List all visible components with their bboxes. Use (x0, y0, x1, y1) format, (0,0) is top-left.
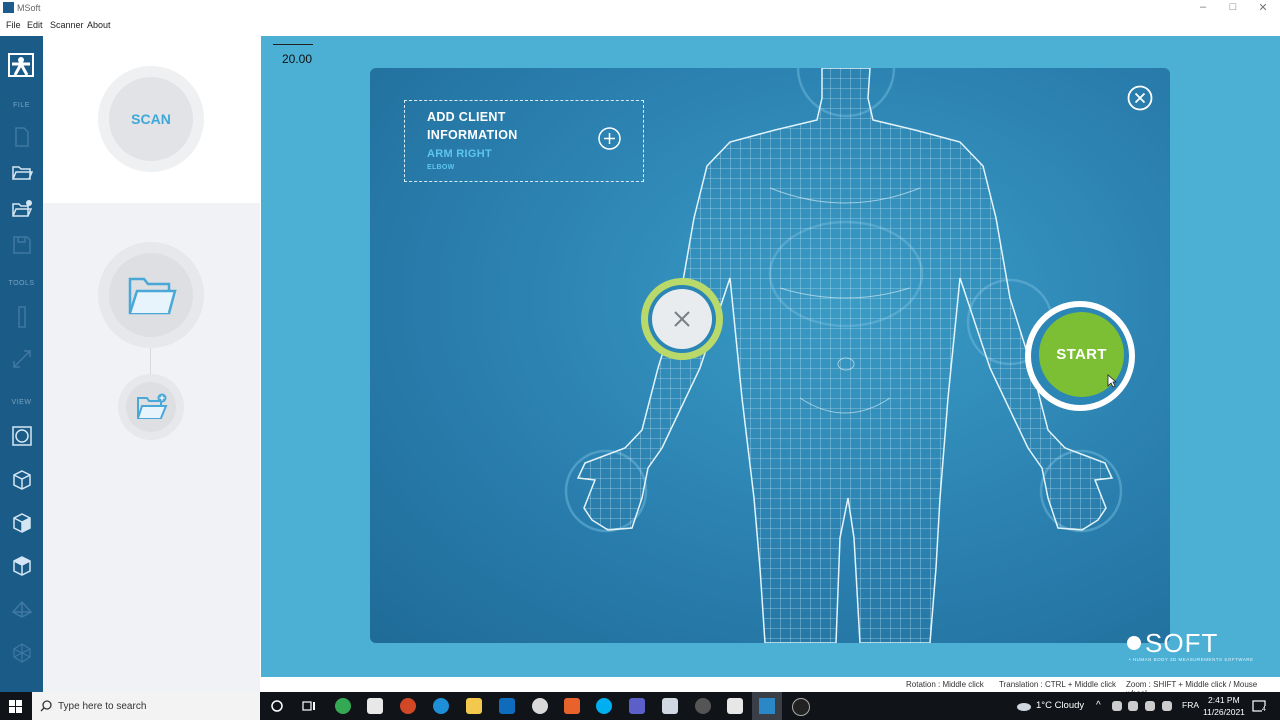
taskbar-search[interactable]: Type here to search (32, 692, 260, 720)
tray-icon-1[interactable] (1112, 701, 1122, 711)
cube-view-front-icon[interactable] (11, 469, 33, 491)
open-folder-icon[interactable] (11, 161, 33, 183)
language-indicator[interactable]: FRA (1182, 700, 1199, 710)
start-button-frame: START (1025, 301, 1135, 411)
brand-logo-mark-icon (1127, 636, 1141, 650)
task-view-icon[interactable] (302, 699, 316, 713)
file-explorer-icon[interactable] (466, 698, 482, 714)
menu-edit[interactable]: Edit (27, 20, 43, 30)
add-client-title: ADD CLIENT INFORMATION (427, 110, 518, 142)
notification-count: 4 (1262, 706, 1266, 713)
connector-line (150, 348, 151, 374)
start-button-ring: START (1031, 307, 1129, 405)
clock-time[interactable]: 2:41 PM (1208, 695, 1240, 705)
search-placeholder: Type here to search (58, 701, 147, 712)
menu-file[interactable]: File (6, 20, 21, 30)
chrome-icon[interactable] (335, 698, 351, 714)
windows-start-icon[interactable] (9, 700, 22, 713)
measure-point-name: ARM RIGHT (427, 148, 493, 160)
skype-icon[interactable] (596, 698, 612, 714)
left-toolbar: FILE TOOLS VIEW (0, 36, 43, 692)
rotation-hint: Rotation : Middle click (906, 680, 984, 689)
3d-viewport[interactable]: 20.00 ADD CLIENT INFORMATION ARM RIGHT E… (261, 36, 1280, 677)
app-icon (3, 2, 14, 13)
cube-view-top-icon[interactable] (11, 555, 33, 577)
app-icon-13[interactable] (727, 698, 743, 714)
app-icon-15[interactable] (792, 698, 810, 716)
translation-hint: Translation : CTRL + Middle click (999, 680, 1116, 689)
edge-icon[interactable] (433, 698, 449, 714)
scan-area: SCAN (43, 36, 260, 203)
network-icon[interactable] (1145, 701, 1155, 711)
wireframe-view-icon[interactable] (11, 598, 33, 620)
window-title: MSoft (17, 3, 41, 13)
weather-text[interactable]: 1°C Cloudy (1036, 700, 1084, 711)
menu-scanner[interactable]: Scanner (50, 20, 84, 30)
tray-chevron-icon[interactable]: ^ (1096, 700, 1101, 711)
menu-bar: File Edit Scanner About (0, 16, 1280, 34)
brand-name: SOFT (1145, 628, 1219, 658)
title-bar: MSoft – □ ✕ (0, 0, 1280, 16)
clock-date[interactable]: 11/26/2021 (1203, 707, 1245, 717)
status-bar: Rotation : Middle click Translation : CT… (261, 677, 1280, 698)
store-icon[interactable] (367, 698, 383, 714)
mesh-view-icon[interactable] (11, 642, 33, 664)
teams-icon[interactable] (629, 698, 645, 714)
side-panel: SCAN (43, 36, 260, 692)
add-plus-icon[interactable] (598, 127, 621, 150)
open-project-button[interactable] (109, 253, 193, 337)
measure-point-detail: ELBOW (427, 164, 455, 171)
app-icon-11[interactable] (662, 698, 678, 714)
close-window-button[interactable]: ✕ (1248, 1, 1278, 14)
open-folder-large-icon (128, 277, 177, 315)
weather-cloud-icon (1017, 703, 1031, 711)
frame-view-icon[interactable] (11, 425, 33, 447)
cube-view-side-icon[interactable] (11, 512, 33, 534)
minimize-button[interactable]: – (1188, 1, 1218, 13)
msoft-taskbar-button[interactable] (752, 692, 782, 720)
maximize-button[interactable]: □ (1218, 1, 1248, 13)
add-folder-icon (137, 393, 168, 419)
scale-value: 20.00 (282, 52, 313, 66)
elbow-point-cancel-icon[interactable] (639, 276, 725, 362)
brand-logo: SOFT (1127, 628, 1218, 659)
menu-about[interactable]: About (87, 20, 111, 30)
ruler-tool-icon[interactable] (11, 306, 33, 328)
body-model-panel: ADD CLIENT INFORMATION ARM RIGHT ELBOW S… (370, 68, 1170, 643)
close-icon[interactable] (1127, 85, 1153, 111)
import-project-button[interactable] (126, 382, 176, 432)
cortana-icon[interactable] (270, 699, 284, 713)
scan-button[interactable]: SCAN (109, 77, 193, 161)
measure-tool-icon[interactable] (11, 348, 33, 370)
app-icon-7[interactable] (532, 698, 548, 714)
tools-section-label: TOOLS (8, 280, 35, 287)
taskbar: Type here to search 1°C Cloudy ^ FRA 2:4… (0, 692, 1280, 720)
view-section-label: VIEW (11, 399, 32, 406)
tray-icon-2[interactable] (1128, 701, 1138, 711)
volume-icon[interactable] (1162, 701, 1172, 711)
powerpoint-icon[interactable] (400, 698, 416, 714)
brand-tagline: • HUMAN BODY 3D MEASUREMENTS SOFTWARE (1129, 657, 1254, 662)
search-icon (40, 700, 52, 712)
new-file-icon[interactable] (11, 126, 33, 148)
app-icon-8[interactable] (564, 698, 580, 714)
file-section-label: FILE (13, 102, 30, 109)
app-logo-icon (8, 53, 34, 77)
import-folder-icon[interactable] (11, 198, 33, 220)
outlook-icon[interactable] (499, 698, 515, 714)
add-client-info-box[interactable]: ADD CLIENT INFORMATION ARM RIGHT ELBOW (404, 100, 644, 182)
msoft-taskbar-icon (759, 698, 775, 714)
save-icon[interactable] (11, 234, 33, 256)
app-icon-12[interactable] (695, 698, 711, 714)
mouse-cursor-icon (1107, 374, 1117, 388)
